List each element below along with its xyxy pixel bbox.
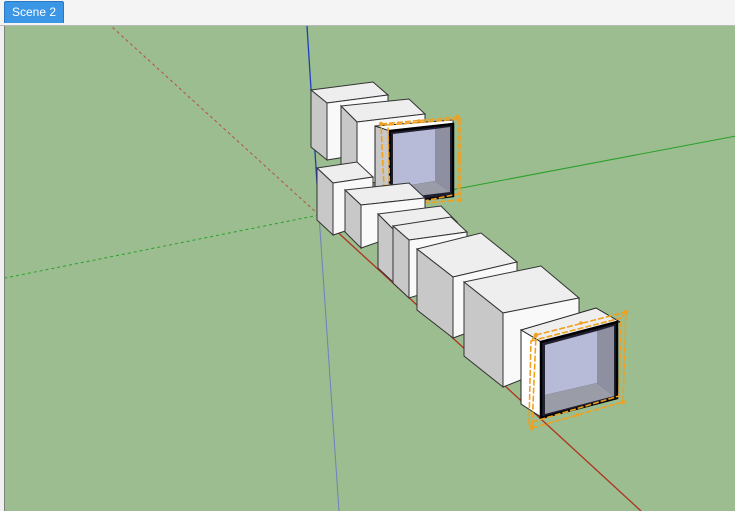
green-axis-negative xyxy=(5,214,320,279)
3d-scene[interactable] xyxy=(5,26,735,511)
tab-scene-2[interactable]: Scene 2 xyxy=(4,1,65,23)
blue-axis-negative xyxy=(318,214,340,511)
red-axis-negative xyxy=(110,26,320,216)
model-viewport[interactable] xyxy=(4,26,735,511)
scene-tab-bar: Scene 2 xyxy=(0,0,735,26)
